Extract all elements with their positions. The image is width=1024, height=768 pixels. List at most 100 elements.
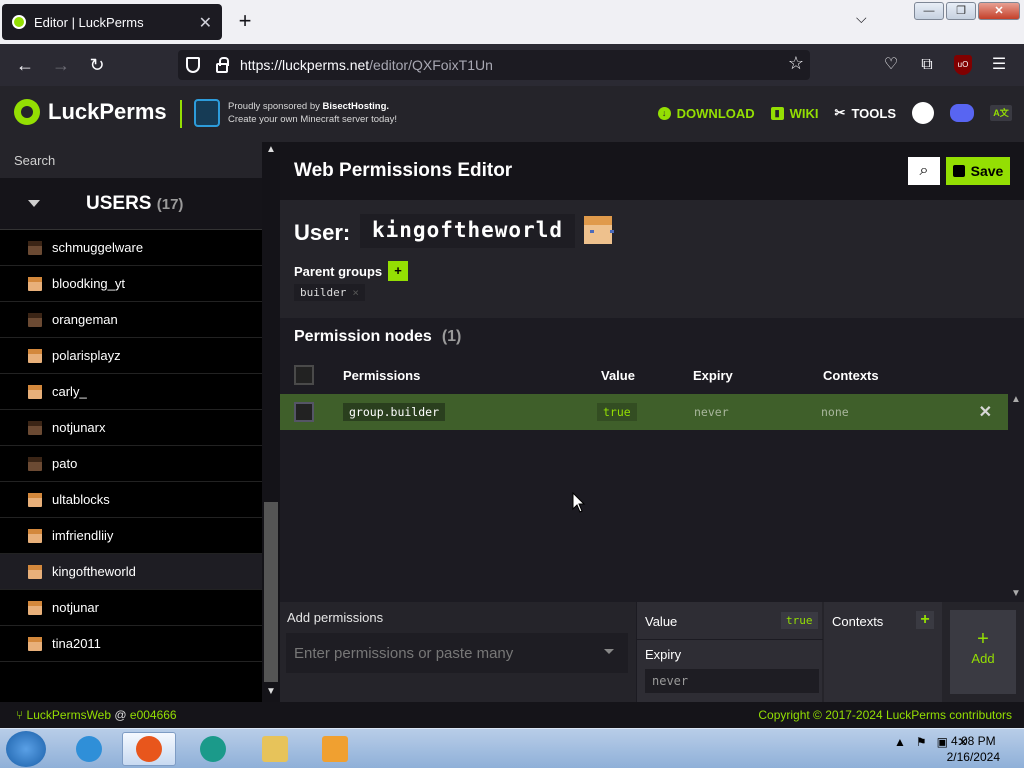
table-row[interactable]: group.builder true never none ✕ xyxy=(280,394,1008,430)
address-bar[interactable]: https://luckperms.net/editor/QXFoixT1Un … xyxy=(178,50,810,80)
sidebar-user-item[interactable]: imfriendliiy xyxy=(0,518,262,554)
col-expiry[interactable]: Expiry xyxy=(693,368,733,383)
delete-node-icon[interactable]: ✕ xyxy=(979,402,992,422)
maximize-button[interactable]: ❐ xyxy=(946,2,976,20)
sponsor-banner[interactable]: Proudly sponsored by BisectHosting. Crea… xyxy=(194,99,397,127)
translate-icon[interactable]: A文 xyxy=(990,105,1012,121)
clock-time: 4:08 PM xyxy=(950,734,996,748)
col-permissions[interactable]: Permissions xyxy=(343,368,420,383)
sidebar-user-item[interactable]: schmuggelware xyxy=(0,230,262,266)
add-context-button[interactable]: + xyxy=(916,611,934,629)
col-value[interactable]: Value xyxy=(601,368,635,383)
luckperms-logo[interactable]: LuckPerms xyxy=(14,99,167,125)
collapse-triangle-icon[interactable] xyxy=(28,200,40,207)
copyright[interactable]: Copyright © 2017-2024 LuckPerms contribu… xyxy=(758,708,1012,722)
add-button[interactable]: + Add xyxy=(950,610,1016,694)
repo-link[interactable]: ⑂ LuckPermsWeb @ e004666 xyxy=(16,708,177,722)
row-checkbox[interactable] xyxy=(294,402,314,422)
nodes-scroll-up-icon[interactable]: ▲ xyxy=(1011,394,1021,405)
lock-icon[interactable] xyxy=(216,56,229,73)
sidebar-user-item[interactable]: notjunarx xyxy=(0,410,262,446)
contexts-panel: Contexts + xyxy=(824,602,942,702)
explorer-taskbar-icon[interactable] xyxy=(248,732,302,766)
sidebar-user-item[interactable]: polarisplayz xyxy=(0,338,262,374)
permission-expiry[interactable]: never xyxy=(688,403,735,421)
sidebar-user-item[interactable]: orangeman xyxy=(0,302,262,338)
forward-arrow-icon[interactable]: → xyxy=(48,52,74,78)
sidebar-user-item[interactable]: carly_ xyxy=(0,374,262,410)
permission-contexts[interactable]: none xyxy=(815,403,855,421)
browser-tab[interactable]: Editor | LuckPerms ✕ xyxy=(2,4,222,40)
save-button[interactable]: Save xyxy=(946,157,1010,185)
tools-link[interactable]: ✂ TOOLS xyxy=(835,105,896,121)
menu-hamburger-icon[interactable]: ☰ xyxy=(986,52,1012,78)
back-arrow-icon[interactable]: ← xyxy=(12,52,38,78)
contexts-label: Contexts xyxy=(832,614,884,629)
search-button[interactable]: ⌕ xyxy=(908,157,940,185)
ie-taskbar-icon[interactable] xyxy=(62,732,116,766)
select-all-checkbox[interactable] xyxy=(294,365,314,385)
parent-groups-label: Parent groups xyxy=(294,264,383,279)
sidebar-user-item[interactable]: kingoftheworld xyxy=(0,554,262,590)
parent-group-chip[interactable]: builder × xyxy=(294,284,365,301)
new-tab-button[interactable]: + xyxy=(234,8,256,36)
scrollbar-thumb[interactable] xyxy=(264,502,278,682)
users-section-header[interactable]: USERS (17) xyxy=(0,178,262,230)
tray-expand-icon[interactable]: ▲ xyxy=(894,735,906,749)
download-link[interactable]: ↓ DOWNLOAD xyxy=(657,106,755,121)
pocket-icon[interactable]: ♡ xyxy=(878,52,904,78)
ublock-icon[interactable]: uO xyxy=(950,52,976,78)
sidebar-user-item[interactable]: bloodking_yt xyxy=(0,266,262,302)
commit-hash: e004666 xyxy=(129,708,177,722)
close-tab-icon[interactable]: ✕ xyxy=(199,13,212,33)
extensions-icon[interactable]: ⧉ xyxy=(914,52,940,78)
permission-node[interactable]: group.builder xyxy=(343,403,446,421)
url-path: /editor/QXFoixT1Un xyxy=(369,57,493,73)
sidebar-user-item[interactable]: tina2011 xyxy=(0,626,262,662)
permissions-input[interactable]: Enter permissions or paste many xyxy=(286,633,628,673)
start-button[interactable] xyxy=(6,731,46,767)
discord-icon[interactable] xyxy=(950,104,974,122)
col-contexts[interactable]: Contexts xyxy=(823,368,879,383)
user-head-icon xyxy=(28,240,42,255)
search-input[interactable]: Search xyxy=(0,142,262,178)
expiry-input[interactable]: never xyxy=(645,669,819,693)
app-taskbar-icon[interactable] xyxy=(186,732,240,766)
wiki-link[interactable]: ▮ WIKI xyxy=(770,106,819,121)
brand-name: LuckPerms xyxy=(48,99,167,124)
sidebar-user-item[interactable]: ultablocks xyxy=(0,482,262,518)
sidebar-user-item[interactable]: pato xyxy=(0,446,262,482)
value-expiry-panel: Value true Expiry never xyxy=(636,602,823,702)
remove-group-icon[interactable]: × xyxy=(352,286,359,299)
reload-icon[interactable]: ↻ xyxy=(84,52,110,78)
value-toggle[interactable]: true xyxy=(781,612,818,629)
sidebar-user-name: notjunar xyxy=(52,600,99,615)
bookmark-star-icon[interactable]: ☆ xyxy=(788,53,804,74)
sidebar-user-item[interactable]: notjunar xyxy=(0,590,262,626)
user-head-icon xyxy=(28,312,42,327)
scroll-down-icon[interactable]: ▼ xyxy=(266,686,276,697)
add-parent-group-button[interactable]: + xyxy=(388,261,408,281)
sidebar-scrollbar[interactable]: ▲ ▼ xyxy=(262,142,280,702)
close-window-button[interactable]: ✕ xyxy=(978,2,1020,20)
nodes-scroll-down-icon[interactable]: ▼ xyxy=(1011,588,1021,599)
dropdown-arrow-icon[interactable] xyxy=(604,649,614,654)
firefox-taskbar-icon[interactable] xyxy=(122,732,176,766)
tracking-shield-icon[interactable] xyxy=(186,57,200,73)
minimize-button[interactable]: — xyxy=(914,2,944,20)
media-player-taskbar-icon[interactable] xyxy=(308,732,362,766)
clock[interactable]: 4:08 PM 2/16/2024 xyxy=(947,733,1000,765)
sponsor-prefix: Proudly sponsored by xyxy=(228,101,323,112)
nodes-scrollbar[interactable]: ▲ ▼ xyxy=(1008,390,1024,604)
permission-value[interactable]: true xyxy=(597,403,637,421)
nodes-label: Permission nodes xyxy=(294,328,432,345)
flag-icon[interactable]: ⚑ xyxy=(916,735,927,749)
parent-group-name: builder xyxy=(300,286,347,299)
user-list: schmuggelware bloodking_yt orangeman polari… xyxy=(0,230,262,662)
user-details: User: kingoftheworld Parent groups + bui… xyxy=(280,200,1024,318)
sidebar-user-name: notjunarx xyxy=(52,420,106,435)
github-icon[interactable] xyxy=(912,102,934,124)
list-tabs-chevron-icon[interactable]: ⌵ xyxy=(856,10,867,27)
scroll-up-icon[interactable]: ▲ xyxy=(266,144,276,155)
permissions-input-placeholder: Enter permissions or paste many xyxy=(294,645,514,662)
